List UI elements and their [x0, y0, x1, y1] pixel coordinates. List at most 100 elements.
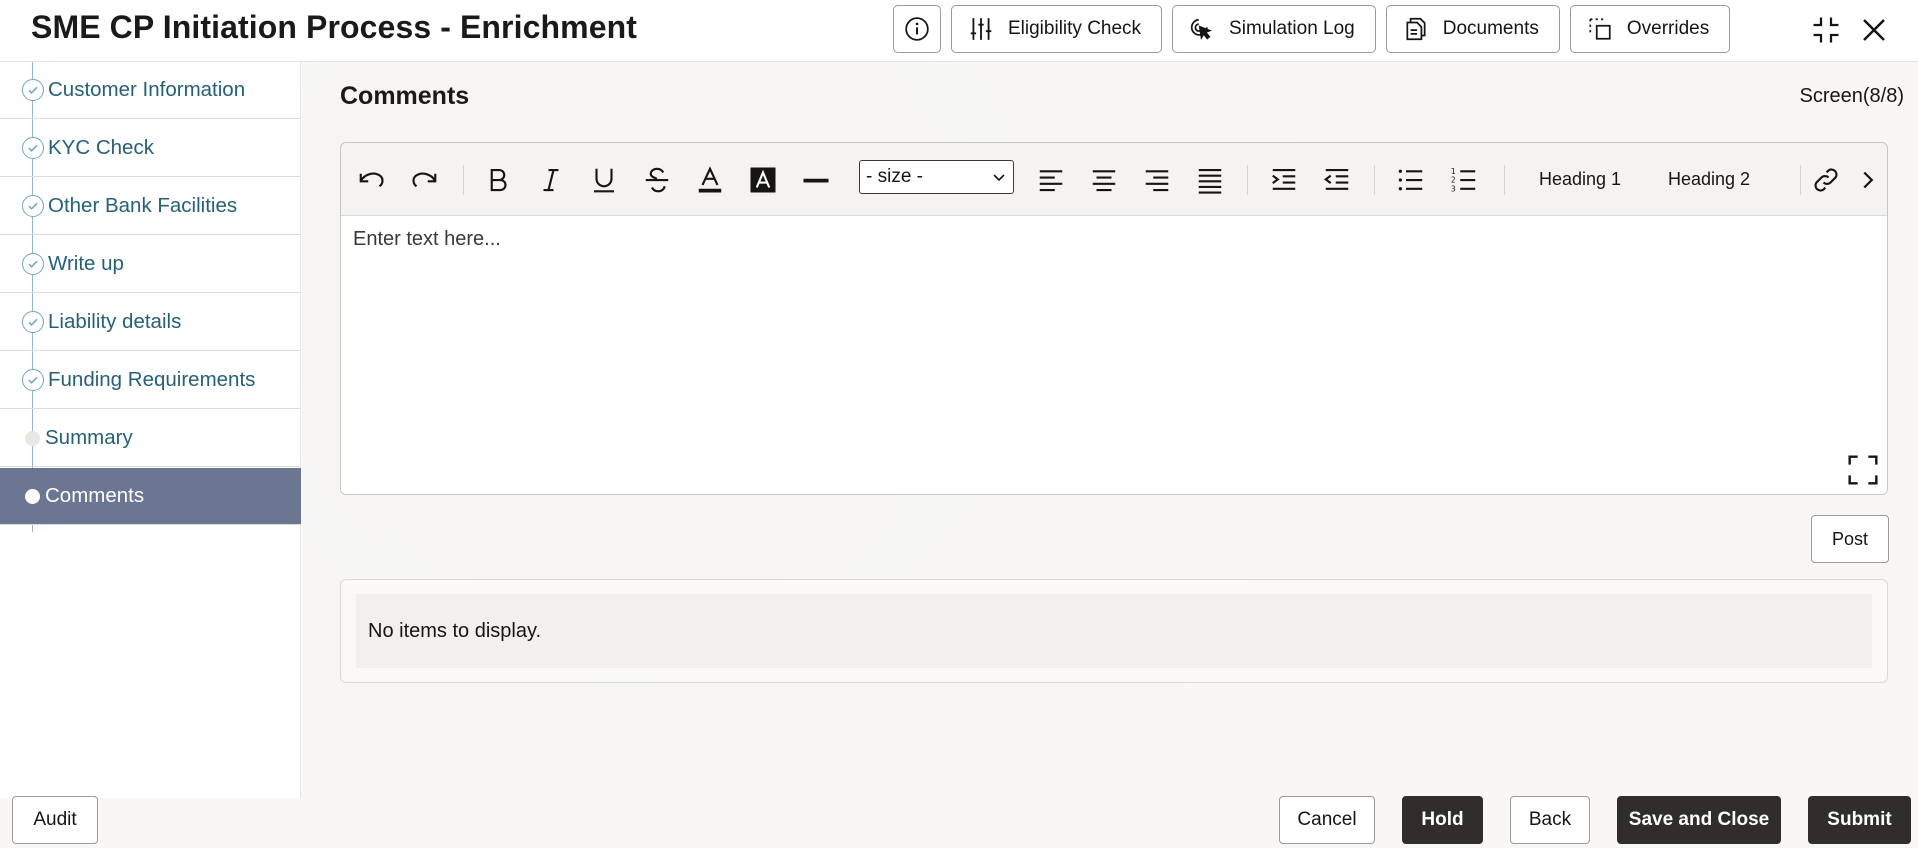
- sidebar-item-other-bank-facilities[interactable]: Other Bank Facilities: [0, 178, 301, 235]
- editor-toolbar: - size - 123 Heading 1 Heading 2: [341, 143, 1887, 214]
- post-button[interactable]: Post: [1811, 515, 1889, 563]
- toolbar-divider: [463, 165, 464, 195]
- chevron-down-icon: [993, 174, 1005, 182]
- bold-button[interactable]: [481, 163, 515, 197]
- sidebar-item-write-up[interactable]: Write up: [0, 236, 301, 293]
- align-center-button[interactable]: [1087, 163, 1121, 197]
- overrides-button[interactable]: Overrides: [1569, 5, 1731, 53]
- sidebar-item-customer-information[interactable]: Customer Information: [0, 62, 301, 119]
- sidebar-item-label: Other Bank Facilities: [48, 194, 238, 217]
- info-button[interactable]: [893, 5, 941, 53]
- highlight-color-button[interactable]: [746, 163, 780, 197]
- chevron-right-icon: [1863, 171, 1874, 189]
- horizontal-rule-button[interactable]: [799, 163, 833, 197]
- simulation-log-button[interactable]: Simulation Log: [1172, 5, 1376, 53]
- check-circle-icon: [22, 369, 44, 391]
- redo-button[interactable]: [407, 163, 441, 197]
- section-title: Comments: [340, 82, 470, 110]
- align-justify-button[interactable]: [1193, 163, 1227, 197]
- strikethrough-icon: [645, 167, 669, 193]
- heading-1-button[interactable]: Heading 1: [1539, 169, 1621, 190]
- sliders-icon: [970, 18, 992, 40]
- numbered-list-button[interactable]: 123: [1447, 163, 1481, 197]
- horizontal-rule-icon: [803, 178, 829, 183]
- font-color-icon: [698, 166, 722, 193]
- sidebar-item-liability-details[interactable]: Liability details: [0, 294, 301, 351]
- comment-text-area[interactable]: Enter text here...: [341, 215, 1887, 494]
- underline-icon: [594, 168, 614, 193]
- indent-icon: [1272, 168, 1296, 190]
- comments-list: No items to display.: [340, 579, 1888, 683]
- link-icon: [1814, 168, 1838, 192]
- highlight-color-icon: [750, 167, 776, 193]
- app-header: SME CP Initiation Process - Enrichment E…: [0, 0, 1918, 62]
- align-left-button[interactable]: [1034, 163, 1068, 197]
- outdent-icon: [1323, 168, 1349, 190]
- info-icon: [905, 17, 929, 41]
- train-stop-sidebar: Customer Information KYC Check Other Ban…: [0, 62, 301, 798]
- sidebar-item-comments[interactable]: Comments: [0, 468, 301, 525]
- sidebar-item-label: Comments: [45, 484, 145, 507]
- sidebar-item-kyc-check[interactable]: KYC Check: [0, 120, 301, 177]
- toolbar-more-button[interactable]: [1851, 163, 1885, 197]
- eligibility-check-label: Eligibility Check: [1008, 18, 1142, 39]
- eligibility-check-button[interactable]: Eligibility Check: [951, 5, 1163, 53]
- sidebar-item-funding-requirements[interactable]: Funding Requirements: [0, 352, 301, 409]
- save-and-close-button[interactable]: Save and Close: [1617, 796, 1781, 844]
- pending-dot-icon: [25, 430, 40, 446]
- italic-button[interactable]: [534, 163, 568, 197]
- align-right-button[interactable]: [1140, 163, 1174, 197]
- undo-button[interactable]: [355, 163, 389, 197]
- overrides-icon: [1589, 18, 1611, 40]
- underline-button[interactable]: [587, 163, 621, 197]
- fullscreen-button[interactable]: [1847, 454, 1881, 488]
- header-actions: Eligibility Check Simulation Log Documen…: [893, 5, 1731, 53]
- cancel-button[interactable]: Cancel: [1279, 796, 1375, 844]
- collapse-button[interactable]: [1808, 12, 1844, 48]
- outdent-button[interactable]: [1320, 163, 1354, 197]
- indent-button[interactable]: [1267, 163, 1301, 197]
- sidebar-item-label: Customer Information: [48, 78, 246, 101]
- check-circle-icon: [22, 253, 44, 275]
- align-left-icon: [1039, 170, 1063, 192]
- numbered-list-icon: 123: [1451, 167, 1476, 193]
- strikethrough-button[interactable]: [640, 163, 674, 197]
- align-right-icon: [1145, 170, 1169, 192]
- documents-icon: [1406, 17, 1426, 41]
- sidebar-item-label: Write up: [48, 252, 124, 275]
- sidebar-item-label: KYC Check: [48, 136, 154, 159]
- audit-button[interactable]: Audit: [12, 796, 98, 844]
- cursor-click-icon: [1190, 18, 1213, 40]
- bullet-list-icon: [1398, 169, 1423, 191]
- back-button[interactable]: Back: [1510, 796, 1590, 844]
- font-size-value: - size -: [866, 166, 923, 187]
- sidebar-item-label: Summary: [45, 426, 133, 449]
- bold-icon: [490, 168, 507, 192]
- fullscreen-icon: [1848, 455, 1878, 485]
- rich-text-editor: - size - 123 Heading 1 Heading 2 Enter t…: [340, 142, 1888, 495]
- redo-icon: [412, 172, 437, 188]
- undo-icon: [359, 172, 384, 188]
- close-icon: [1863, 19, 1885, 41]
- svg-text:1: 1: [1451, 167, 1456, 176]
- font-color-button[interactable]: [693, 163, 727, 197]
- align-center-icon: [1092, 170, 1116, 192]
- toolbar-divider: [1374, 165, 1375, 195]
- heading-2-button[interactable]: Heading 2: [1668, 169, 1750, 190]
- submit-button[interactable]: Submit: [1808, 796, 1911, 844]
- sidebar-item-summary[interactable]: Summary: [0, 410, 301, 467]
- bullet-list-button[interactable]: [1394, 163, 1428, 197]
- hold-button[interactable]: Hold: [1402, 796, 1483, 844]
- link-button[interactable]: [1809, 163, 1843, 197]
- align-justify-icon: [1198, 168, 1222, 194]
- svg-text:3: 3: [1451, 184, 1456, 193]
- italic-icon: [543, 168, 559, 192]
- svg-text:2: 2: [1451, 176, 1456, 185]
- font-size-select[interactable]: - size -: [859, 160, 1014, 194]
- documents-button[interactable]: Documents: [1385, 5, 1560, 53]
- toolbar-divider: [1504, 165, 1505, 195]
- toolbar-divider: [1800, 165, 1801, 195]
- close-button[interactable]: [1856, 12, 1892, 48]
- check-circle-icon: [22, 79, 44, 101]
- check-circle-icon: [22, 195, 44, 217]
